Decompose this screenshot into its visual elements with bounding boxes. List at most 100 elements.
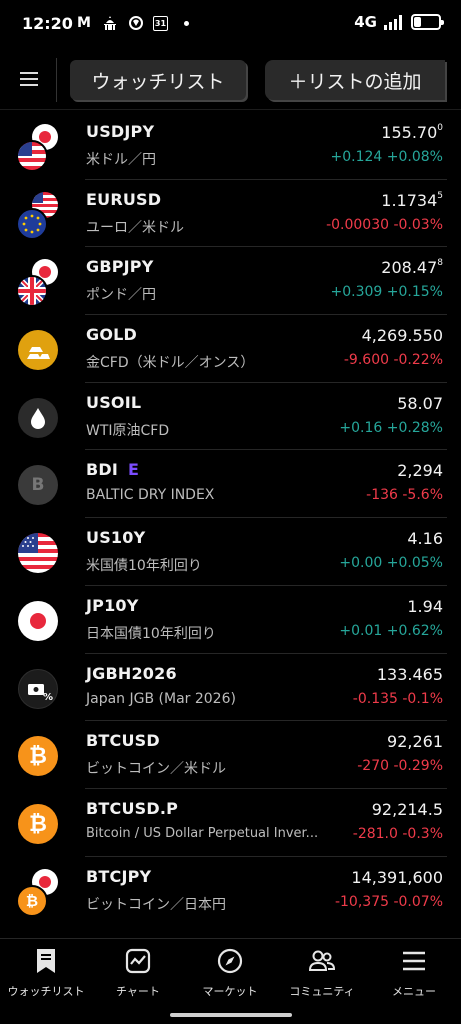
change: -270 -0.29% [357, 758, 443, 775]
oil-drop-icon [16, 395, 62, 441]
usd-jpy-flags-icon [16, 124, 62, 172]
signal-icon [384, 15, 402, 30]
chart-icon [92, 947, 184, 975]
symbol-description: ビットコイン／日本円 [86, 896, 226, 913]
calendar-icon: 31 [153, 15, 168, 31]
change: -0.00030 -0.03% [326, 216, 443, 233]
price: 208.478 [381, 258, 443, 278]
list-item[interactable]: ₿ BTCUSD.P Bitcoin / US Dollar Perpetual… [0, 789, 461, 857]
list-item[interactable]: ₿ BTCUSD ビットコイン／米ドル 92,261 -270 -0.29% [0, 721, 461, 789]
list-item[interactable]: JP10Y 日本国債10年利回り 1.94 +0.01 +0.62% [0, 586, 461, 654]
bottom-navigation: ウォッチリスト チャート マーケット コミュニティ メニュー [0, 938, 461, 1024]
exchange-badge: E [128, 460, 140, 480]
change: +0.00 +0.05% [339, 555, 443, 572]
nav-watchlist[interactable]: ウォッチリスト [0, 947, 92, 999]
letter-b-icon: B [16, 462, 62, 508]
mosque-icon [101, 14, 119, 32]
bitcoin-icon: ₿ [16, 733, 62, 779]
symbol-name: GBPJPY [86, 257, 154, 277]
symbol-description: ポンド／円 [86, 287, 156, 304]
bitcoin-icon: ₿ [16, 801, 62, 847]
symbol-description: ビットコイン／米ドル [86, 761, 226, 778]
symbol-description: 日本国債10年利回り [86, 625, 216, 642]
symbol-name: US10Y [86, 528, 146, 548]
dot-icon [184, 20, 189, 26]
eur-usd-flags-icon [16, 191, 62, 240]
symbol-description: WTI原油CFD [86, 422, 170, 439]
price: 1.17345 [381, 190, 443, 210]
nav-chart[interactable]: チャート [92, 947, 184, 999]
bookmark-list-icon [0, 947, 92, 975]
symbol-name: BDI E [86, 460, 140, 480]
menu-icon [368, 947, 460, 975]
change: +0.01 +0.62% [339, 622, 443, 639]
header-divider [56, 58, 57, 102]
symbol-name: BTCUSD [86, 731, 160, 751]
symbol-name: JP10Y [86, 595, 139, 615]
list-item[interactable]: B BDI E BALTIC DRY INDEX 2,294 -136 -5.6% [0, 450, 461, 519]
change: -9.600 -0.22% [343, 352, 443, 369]
price: 4,269.550 [361, 326, 443, 346]
list-item[interactable]: % JGBH2026 Japan JGB (Mar 2026) 133.465 … [0, 654, 461, 722]
symbol-description: ユーロ／米ドル [86, 219, 184, 236]
change: -10,375 -0.07% [334, 893, 443, 910]
status-notification-icons: M 31 [75, 14, 189, 32]
change: +0.16 +0.28% [339, 419, 443, 436]
change: +0.124 +0.08% [330, 149, 443, 165]
list-item[interactable]: USOIL WTI原油CFD 58.07 +0.16 +0.28% [0, 383, 461, 451]
list-item[interactable]: US10Y 米国債10年利回り 4.16 +0.00 +0.05% [0, 518, 461, 586]
symbol-name: USDJPY [86, 122, 155, 141]
symbol-description: 米ドル／円 [86, 152, 156, 168]
symbol-name: EURUSD [86, 189, 162, 209]
add-list-button[interactable]: ＋リストの追加 [265, 60, 445, 100]
nav-market[interactable]: マーケット [184, 947, 276, 999]
list-item[interactable]: EURUSD ユーロ／米ドル 1.17345 -0.00030 -0.03% [0, 180, 461, 248]
list-item[interactable]: USDJPY 米ドル／円 155.700 +0.124 +0.08% [0, 112, 461, 180]
watchlist-header: ウォッチリスト ＋リストの追加 [0, 52, 461, 110]
price: 14,391,600 [351, 867, 443, 887]
btc-jpy-icon: ₿ [16, 868, 62, 917]
symbol-description: 米国債10年利回り [86, 558, 202, 575]
list-item[interactable]: GBPJPY ポンド／円 208.478 +0.309 +0.15% [0, 247, 461, 316]
symbol-name: JGBH2026 [86, 663, 177, 683]
symbol-name: USOIL [86, 392, 142, 412]
battery-icon [411, 14, 444, 30]
price: 1.94 [407, 596, 443, 616]
price: 2,294 [397, 461, 443, 481]
price: 92,214.5 [371, 799, 443, 819]
symbol-description: 金CFD（米ドル／オンス） [86, 355, 255, 372]
gold-bars-icon [16, 327, 62, 373]
hamburger-icon[interactable] [20, 72, 38, 86]
list-item[interactable]: GOLD 金CFD（米ドル／オンス） 4,269.550 -9.600 -0.2… [0, 315, 461, 383]
nav-community[interactable]: コミュニティ [276, 947, 368, 999]
list-item[interactable]: ₿ BTCJPY ビットコイン／日本円 14,391,600 -10,375 -… [0, 857, 461, 925]
bond-percent-icon: % [16, 666, 62, 712]
change: -0.135 -0.1% [352, 690, 443, 707]
status-bar: 12:20 M 31 4G [0, 0, 461, 50]
symbol-name: BTCJPY [86, 866, 152, 886]
notification-icon [127, 14, 145, 32]
nav-menu[interactable]: メニュー [368, 947, 460, 999]
network-type: 4G [354, 13, 377, 31]
price: 92,261 [387, 732, 443, 752]
gbp-jpy-flags-icon [16, 259, 62, 308]
symbol-name: GOLD [86, 325, 138, 345]
gmail-icon: M [77, 15, 91, 31]
symbol-name: BTCUSD.P [86, 798, 179, 818]
price: 58.07 [397, 393, 443, 413]
status-time: 12:20 [22, 14, 73, 33]
change: +0.309 +0.15% [330, 284, 443, 301]
price: 133.465 [376, 664, 443, 684]
us-flag-icon [16, 530, 62, 576]
japan-flag-icon [16, 598, 62, 644]
price: 4.16 [407, 529, 443, 549]
watchlist: USDJPY 米ドル／円 155.700 +0.124 +0.08% EURUS… [0, 112, 461, 924]
price: 155.700 [381, 123, 443, 142]
change: -281.0 -0.3% [352, 825, 443, 842]
compass-icon [184, 947, 276, 975]
symbol-description: BALTIC DRY INDEX [86, 487, 215, 504]
symbol-description: Bitcoin / US Dollar Perpetual Inver... [86, 825, 319, 841]
watchlist-tab-button[interactable]: ウォッチリスト [70, 60, 246, 100]
community-icon [276, 947, 368, 975]
home-indicator[interactable] [170, 1013, 292, 1017]
